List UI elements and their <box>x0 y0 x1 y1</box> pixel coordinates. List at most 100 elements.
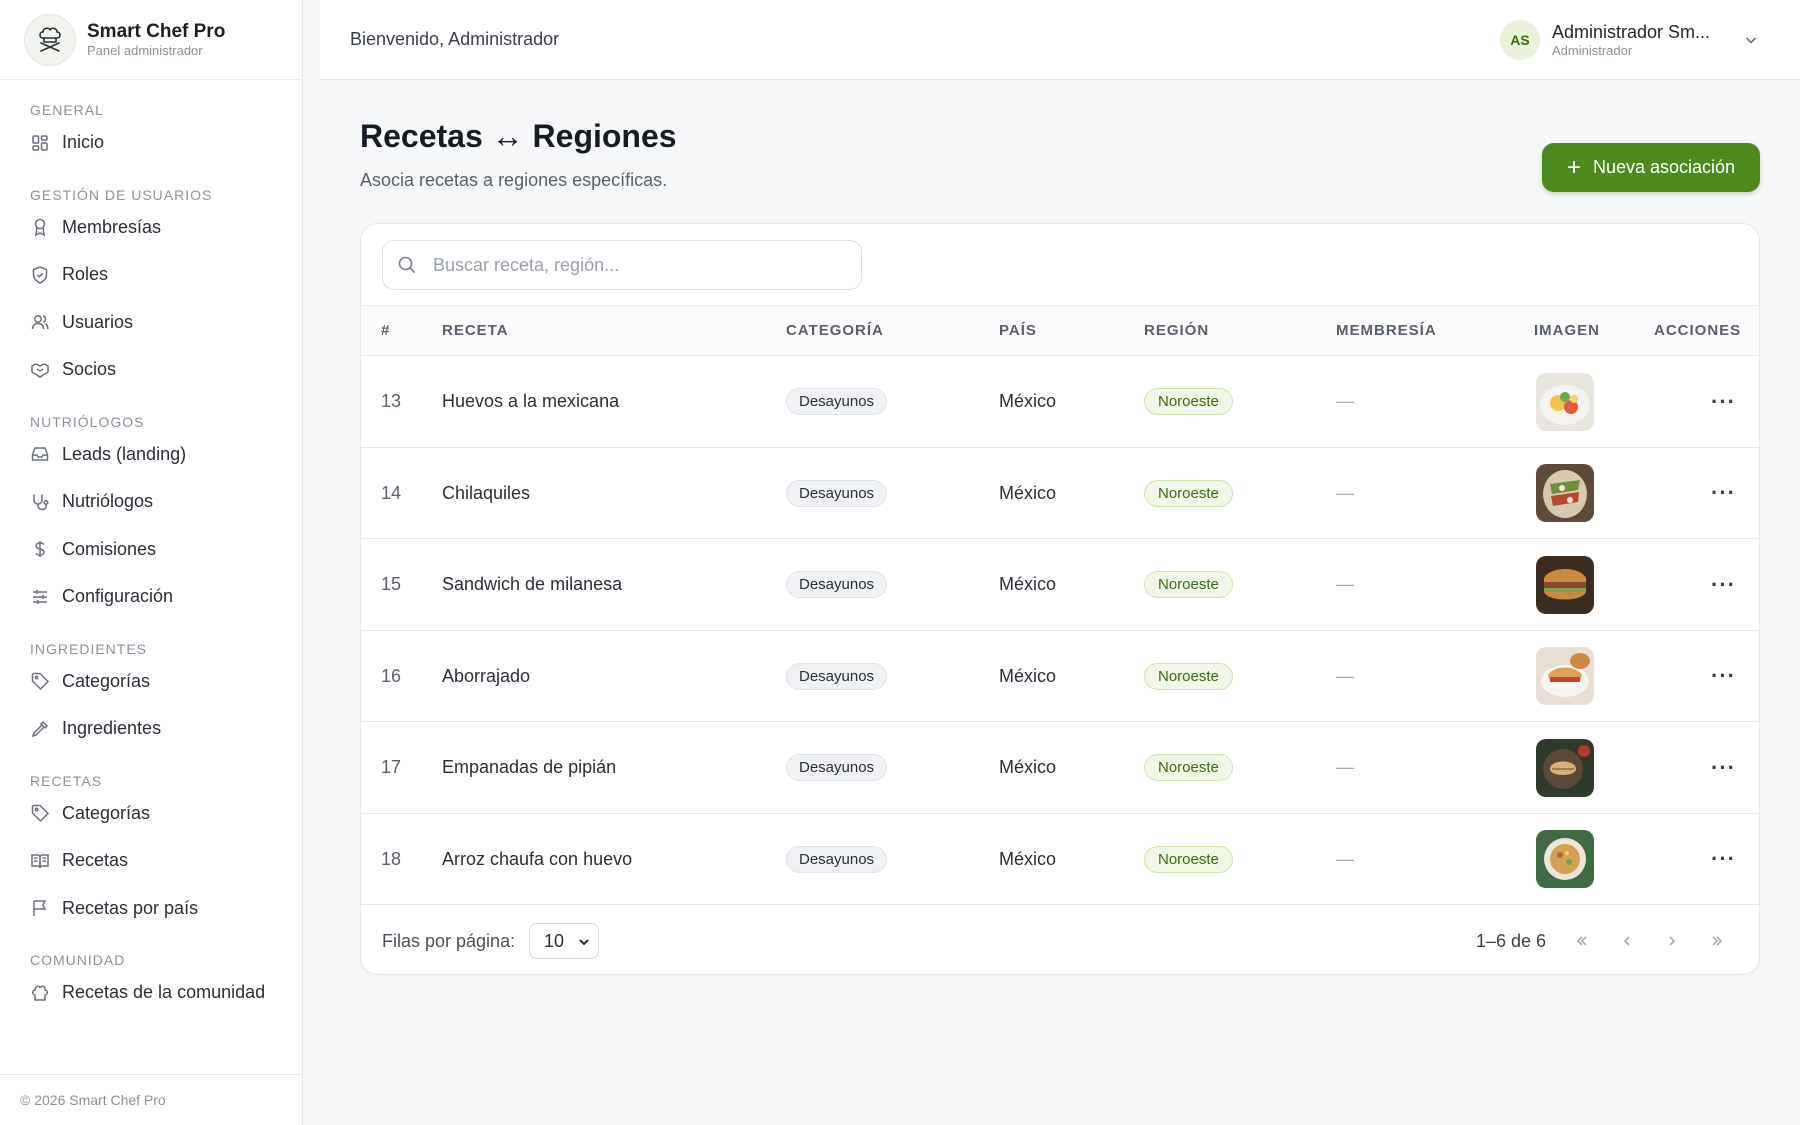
sidebar-item-ingredientes[interactable]: Ingredientes <box>0 705 302 753</box>
region-badge: Noroeste <box>1144 845 1233 873</box>
last-page-icon[interactable] <box>1706 930 1728 952</box>
user-menu[interactable]: AS Administrador Sm... Administrador <box>1500 20 1760 60</box>
table-row[interactable]: 17 Empanadas de pipián Desayunos México … <box>361 722 1759 814</box>
grid-icon <box>32 135 48 151</box>
chef-hat-icon <box>32 985 48 1001</box>
dollar-icon <box>35 541 45 558</box>
sidebar-item-recetas[interactable]: Recetas <box>0 837 302 885</box>
avatar: AS <box>1500 20 1540 60</box>
sidebar-item-label: Comisiones <box>62 538 157 559</box>
recipe-thumbnail[interactable] <box>1536 738 1594 797</box>
nav-section-general: GENERAL <box>30 102 104 118</box>
rows-per-page-label: Filas por página: <box>382 931 516 951</box>
sidebar-item-usuarios[interactable]: Usuarios <box>0 299 302 347</box>
col-id[interactable]: # <box>381 306 390 356</box>
sidebar: Smart Chef Pro Panel administrador GENER… <box>0 0 303 1125</box>
recipe-thumbnail[interactable] <box>1536 372 1594 431</box>
row-receta: Huevos a la mexicana <box>442 391 620 411</box>
sidebar-item-socios[interactable]: Socios <box>0 346 302 394</box>
user-name: Administrador Sm... <box>1552 22 1711 42</box>
row-membresia: — <box>1336 848 1354 869</box>
row-id: 18 <box>381 848 402 869</box>
inbox-icon <box>31 447 49 461</box>
search-input[interactable] <box>433 254 833 276</box>
topbar: Bienvenido, Administrador AS Administrad… <box>320 0 1800 80</box>
sidebar-item-membresias[interactable]: Membresías <box>0 204 302 252</box>
row-receta: Chilaquiles <box>442 482 531 503</box>
row-id: 13 <box>381 391 402 411</box>
sidebar-item-label: Socios <box>62 359 117 380</box>
tag-icon <box>31 805 50 823</box>
brand-subtitle: Panel administrador <box>87 42 203 58</box>
sidebar-item-recetas-comunidad[interactable]: Recetas de la comunidad <box>0 969 302 1017</box>
nav-section-recetas: RECETAS <box>30 772 103 789</box>
row-pais: México <box>999 574 1057 594</box>
user-role: Administrador <box>1552 43 1633 58</box>
plus-icon: + <box>1566 153 1581 181</box>
col-pais[interactable]: PAÍS <box>999 306 1037 356</box>
col-membresia[interactable]: MEMBRESÍA <box>1336 306 1437 356</box>
nav-section-users: GESTIÓN DE USUARIOS <box>30 186 213 203</box>
sidebar-item-leads[interactable]: Leads (landing) <box>0 431 302 479</box>
users-icon <box>31 315 49 330</box>
sidebar-item-label: Recetas de la comunidad <box>62 982 266 1003</box>
category-badge: Desayunos <box>786 845 888 873</box>
table-row[interactable]: 13 Huevos a la mexicana Desayunos México… <box>361 356 1759 448</box>
sidebar-item-rec-categorias[interactable]: Categorías <box>0 790 302 838</box>
row-pais: México <box>999 848 1057 869</box>
category-badge: Desayunos <box>786 479 888 507</box>
col-region[interactable]: REGIÓN <box>1144 306 1209 356</box>
recipe-thumbnail[interactable] <box>1536 647 1594 705</box>
sidebar-item-label: Recetas <box>62 850 129 871</box>
table-row[interactable]: 14 Chilaquiles Desayunos México Noroeste… <box>361 448 1759 539</box>
recipe-thumbnail[interactable] <box>1536 555 1594 614</box>
more-actions-icon[interactable]: ··· <box>1711 722 1736 813</box>
more-actions-icon[interactable]: ··· <box>1711 814 1736 905</box>
table-row[interactable]: 15 Sandwich de milanesa Desayunos México… <box>361 539 1759 631</box>
table-header: # RECETA CATEGORÍA PAÍS REGIÓN MEMBRESÍA… <box>361 305 1759 356</box>
sliders-icon <box>33 589 47 604</box>
sidebar-item-nutriologos[interactable]: Nutriólogos <box>0 478 302 526</box>
nav-section-ingredientes: INGREDIENTES <box>30 640 148 657</box>
sidebar-item-configuracion[interactable]: Configuración <box>0 573 302 621</box>
recipe-thumbnail[interactable] <box>1536 830 1594 888</box>
more-actions-icon[interactable]: ··· <box>1711 356 1736 447</box>
table-row[interactable]: 18 Arroz chaufa con huevo Desayunos Méxi… <box>361 814 1759 905</box>
row-pais: México <box>999 391 1057 411</box>
category-badge: Desayunos <box>786 662 888 690</box>
more-actions-icon[interactable]: ··· <box>1711 539 1736 630</box>
sidebar-item-comisiones[interactable]: Comisiones <box>0 526 302 574</box>
sidebar-item-inicio[interactable]: Inicio <box>0 119 302 167</box>
sidebar-item-recetas-pais[interactable]: Recetas por país <box>0 885 302 933</box>
col-receta[interactable]: RECETA <box>442 306 509 356</box>
region-badge: Noroeste <box>1144 479 1233 507</box>
recipe-thumbnail[interactable] <box>1536 464 1594 522</box>
row-id: 15 <box>381 574 402 594</box>
chevron-down-icon[interactable] <box>1742 31 1760 49</box>
more-actions-icon[interactable]: ··· <box>1711 448 1736 539</box>
table-card: # RECETA CATEGORÍA PAÍS REGIÓN MEMBRESÍA… <box>360 223 1760 975</box>
new-association-button[interactable]: + Nueva asociación <box>1542 143 1760 192</box>
first-page-icon[interactable] <box>1571 930 1593 952</box>
more-actions-icon[interactable]: ··· <box>1711 631 1736 722</box>
sidebar-item-label: Leads (landing) <box>62 443 187 464</box>
next-page-icon[interactable] <box>1661 930 1683 952</box>
nav-section-comunidad: COMUNIDAD <box>30 952 126 968</box>
table-row[interactable]: 16 Aborrajado Desayunos México Noroeste … <box>361 631 1759 722</box>
prev-page-icon[interactable] <box>1616 930 1638 952</box>
row-id: 17 <box>381 757 402 777</box>
search-box[interactable] <box>382 240 862 290</box>
col-categoria[interactable]: CATEGORÍA <box>786 306 884 356</box>
sidebar-item-label: Inicio <box>62 132 105 153</box>
sidebar-item-ing-categorias[interactable]: Categorías <box>0 658 302 706</box>
row-pais: México <box>999 482 1057 503</box>
book-icon <box>31 854 49 868</box>
row-pais: México <box>999 665 1057 686</box>
row-receta: Empanadas de pipián <box>442 757 617 777</box>
sidebar-item-roles[interactable]: Roles <box>0 251 302 299</box>
category-badge: Desayunos <box>786 388 888 415</box>
flag-icon <box>33 900 47 917</box>
brand[interactable]: Smart Chef Pro Panel administrador <box>0 0 302 80</box>
row-receta: Aborrajado <box>442 665 531 686</box>
rows-per-page-select[interactable]: 10 <box>529 923 599 959</box>
